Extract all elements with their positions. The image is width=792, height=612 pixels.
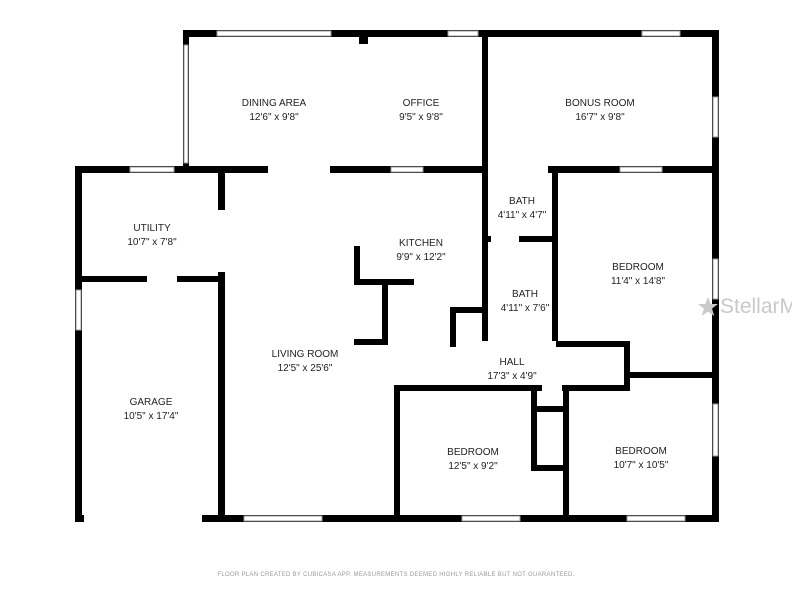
room-label-living-room: LIVING ROOM 12'5" x 25'6" bbox=[272, 348, 339, 376]
room-label-utility: UTILITY 10'7" x 7'8" bbox=[127, 222, 176, 250]
room-name: BEDROOM bbox=[615, 446, 667, 457]
room-size: 12'5" x 25'6" bbox=[277, 363, 333, 374]
room-size: 12'5" x 9'2" bbox=[448, 461, 498, 472]
room-name: BATH bbox=[512, 289, 538, 300]
room-size: 9'9" x 12'2" bbox=[396, 252, 446, 263]
room-label-bath-2: BATH 4'11" x 7'6" bbox=[501, 288, 550, 316]
room-name: GARAGE bbox=[129, 397, 173, 408]
room-label-hall: HALL 17'3" x 4'9" bbox=[487, 356, 536, 384]
room-name: HALL bbox=[499, 357, 525, 368]
room-name: DINING AREA bbox=[241, 98, 307, 109]
floor-plan bbox=[75, 30, 719, 522]
room-label-office: OFFICE 9'5" x 9'8" bbox=[399, 97, 443, 125]
room-size: 4'11" x 4'7" bbox=[497, 210, 547, 221]
room-name: OFFICE bbox=[402, 98, 440, 109]
room-name: LIVING ROOM bbox=[271, 349, 339, 360]
room-name: UTILITY bbox=[133, 223, 171, 234]
room-name: BONUS ROOM bbox=[565, 98, 635, 109]
star-logo-icon bbox=[698, 297, 718, 317]
room-name: KITCHEN bbox=[399, 238, 443, 249]
room-size: 16'7" x 9'8" bbox=[575, 112, 625, 123]
room-size: 17'3" x 4'9" bbox=[487, 371, 537, 382]
room-label-bath-1: BATH 4'11" x 4'7" bbox=[498, 195, 547, 223]
footer-disclaimer: FLOOR PLAN CREATED BY CUBICASA APP. MEAS… bbox=[217, 572, 575, 578]
room-size: 4'11" x 7'6" bbox=[500, 303, 550, 314]
room-label-bedroom-1: BEDROOM 11'4" x 14'8" bbox=[611, 261, 665, 289]
room-size: 10'5" x 17'4" bbox=[123, 411, 179, 422]
room-size: 11'4" x 14'8" bbox=[610, 276, 666, 287]
room-name: BEDROOM bbox=[612, 262, 664, 273]
room-label-kitchen: KITCHEN 9'9" x 12'2" bbox=[396, 237, 445, 265]
room-label-bedroom-2: BEDROOM 12'5" x 9'2" bbox=[447, 446, 499, 474]
room-label-dining-area: DINING AREA 12'6" x 9'8" bbox=[242, 97, 306, 125]
room-size: 12'6" x 9'8" bbox=[249, 112, 299, 123]
room-label-garage: GARAGE 10'5" x 17'4" bbox=[124, 396, 179, 424]
watermark-text: StellarMLS bbox=[720, 295, 792, 318]
room-size: 10'7" x 10'5" bbox=[613, 460, 669, 471]
room-label-bedroom-3: BEDROOM 10'7" x 10'5" bbox=[614, 445, 669, 473]
room-label-bonus-room: BONUS ROOM 16'7" x 9'8" bbox=[565, 97, 634, 125]
room-name: BATH bbox=[509, 196, 535, 207]
room-size: 10'7" x 7'8" bbox=[127, 237, 177, 248]
watermark: StellarMLS bbox=[697, 295, 792, 319]
room-name: BEDROOM bbox=[447, 447, 499, 458]
room-size: 9'5" x 9'8" bbox=[399, 112, 443, 123]
